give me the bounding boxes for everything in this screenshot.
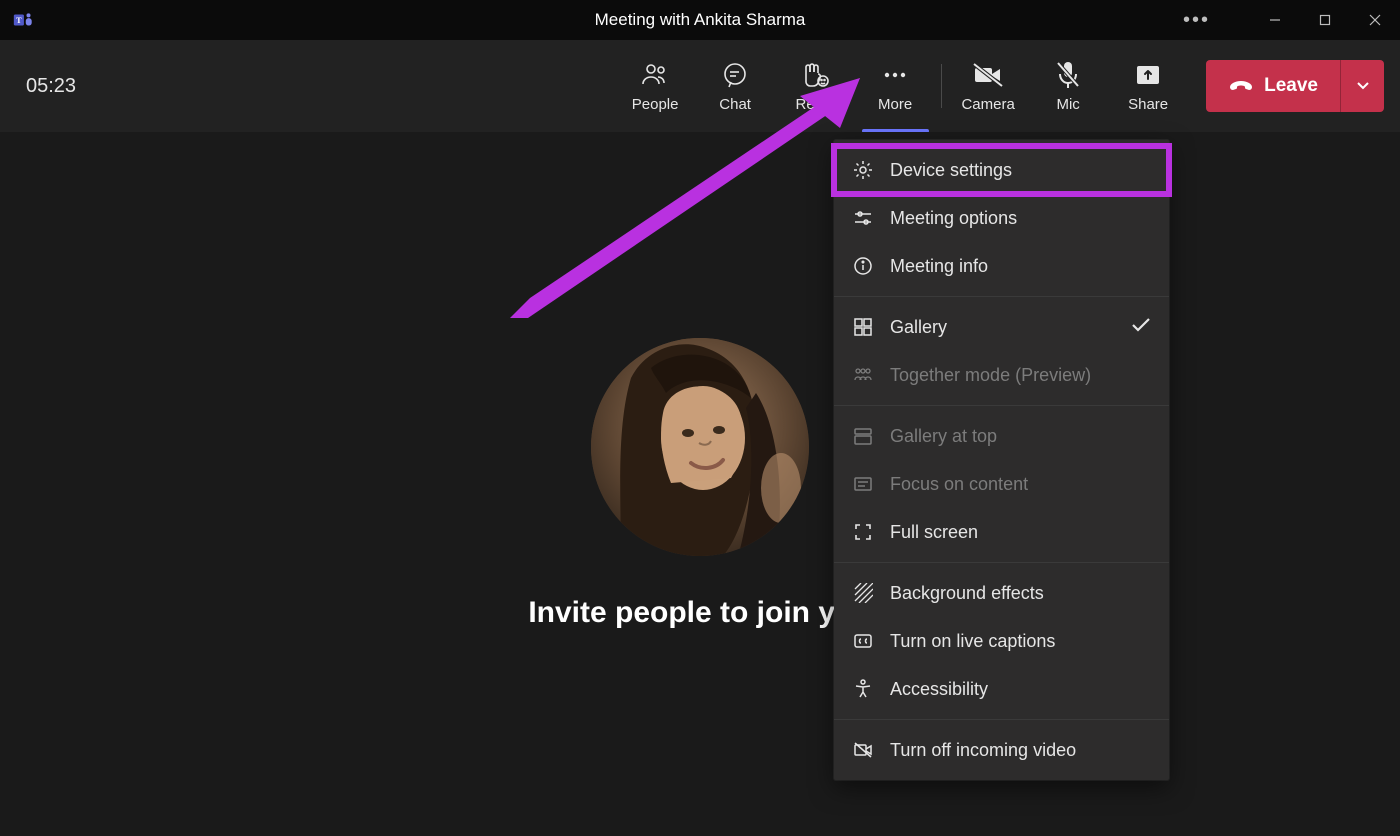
chat-label: Chat: [719, 96, 751, 113]
menu-label: Accessibility: [890, 679, 988, 700]
share-label: Share: [1128, 96, 1168, 113]
menu-device-settings[interactable]: Device settings: [834, 146, 1169, 194]
menu-accessibility[interactable]: Accessibility: [834, 665, 1169, 713]
grid-icon: [852, 316, 874, 338]
share-button[interactable]: Share: [1108, 40, 1188, 132]
title-bar: T Meeting with Ankita Sharma •••: [0, 0, 1400, 40]
hangup-icon: [1228, 77, 1254, 95]
gallery-top-icon: [852, 425, 874, 447]
more-button[interactable]: More: [855, 40, 935, 132]
teams-app-icon: T: [12, 9, 34, 31]
menu-label: Turn off incoming video: [890, 740, 1076, 761]
menu-label: Together mode (Preview): [890, 365, 1091, 386]
react-button[interactable]: React: [775, 40, 855, 132]
mic-label: Mic: [1056, 96, 1079, 113]
leave-control: Leave: [1206, 60, 1384, 112]
meeting-stage: Invite people to join you: [0, 132, 1400, 836]
people-button[interactable]: People: [615, 40, 695, 132]
menu-label: Full screen: [890, 522, 978, 543]
people-icon: [640, 60, 670, 90]
menu-live-captions[interactable]: Turn on live captions: [834, 617, 1169, 665]
sliders-icon: [852, 207, 874, 229]
menu-turn-off-incoming-video[interactable]: Turn off incoming video: [834, 726, 1169, 774]
more-label: More: [878, 96, 912, 113]
focus-icon: [852, 473, 874, 495]
minimize-button[interactable]: [1250, 0, 1300, 40]
leave-chevron-button[interactable]: [1340, 60, 1384, 112]
window-controls: •••: [1183, 0, 1400, 40]
background-icon: [852, 582, 874, 604]
people-label: People: [632, 96, 679, 113]
menu-label: Gallery at top: [890, 426, 997, 447]
camera-label: Camera: [961, 96, 1014, 113]
menu-gallery-at-top: Gallery at top: [834, 412, 1169, 460]
menu-full-screen[interactable]: Full screen: [834, 508, 1169, 556]
leave-label: Leave: [1264, 75, 1318, 97]
chat-icon: [721, 60, 749, 90]
menu-label: Meeting options: [890, 208, 1017, 229]
check-icon: [1131, 317, 1151, 338]
menu-meeting-options[interactable]: Meeting options: [834, 194, 1169, 242]
together-icon: [852, 364, 874, 386]
menu-gallery[interactable]: Gallery: [834, 303, 1169, 351]
share-icon: [1134, 60, 1162, 90]
menu-label: Device settings: [890, 160, 1012, 181]
menu-together-mode: Together mode (Preview): [834, 351, 1169, 399]
video-off-icon: [852, 739, 874, 761]
participant-avatar: [591, 338, 809, 556]
gear-icon: [852, 159, 874, 181]
captions-icon: [852, 630, 874, 652]
menu-label: Background effects: [890, 583, 1044, 604]
menu-label: Gallery: [890, 317, 947, 338]
close-button[interactable]: [1350, 0, 1400, 40]
maximize-button[interactable]: [1300, 0, 1350, 40]
invite-text: Invite people to join you: [528, 596, 871, 630]
menu-meeting-info[interactable]: Meeting info: [834, 242, 1169, 290]
menu-label: Turn on live captions: [890, 631, 1055, 652]
react-icon: [800, 60, 830, 90]
camera-button[interactable]: Camera: [948, 40, 1028, 132]
chat-button[interactable]: Chat: [695, 40, 775, 132]
menu-background-effects[interactable]: Background effects: [834, 569, 1169, 617]
mic-off-icon: [1055, 60, 1081, 90]
fullscreen-icon: [852, 521, 874, 543]
toolbar-divider: [941, 64, 942, 108]
react-label: React: [796, 96, 835, 113]
mic-button[interactable]: Mic: [1028, 40, 1108, 132]
camera-off-icon: [972, 60, 1004, 90]
meeting-toolbar: 05:23 People Chat React: [0, 40, 1400, 132]
info-icon: [852, 255, 874, 277]
menu-label: Meeting info: [890, 256, 988, 277]
chevron-down-icon: [1356, 81, 1370, 91]
header-more-icon[interactable]: •••: [1183, 9, 1210, 32]
window-title: Meeting with Ankita Sharma: [595, 10, 806, 30]
svg-text:T: T: [16, 16, 22, 25]
menu-label: Focus on content: [890, 474, 1028, 495]
more-dropdown-menu: Device settings Meeting options Meeting …: [834, 140, 1169, 780]
accessibility-icon: [852, 678, 874, 700]
menu-focus-content: Focus on content: [834, 460, 1169, 508]
meeting-timer: 05:23: [26, 75, 76, 98]
more-icon: [881, 60, 909, 90]
leave-button[interactable]: Leave: [1206, 60, 1340, 112]
